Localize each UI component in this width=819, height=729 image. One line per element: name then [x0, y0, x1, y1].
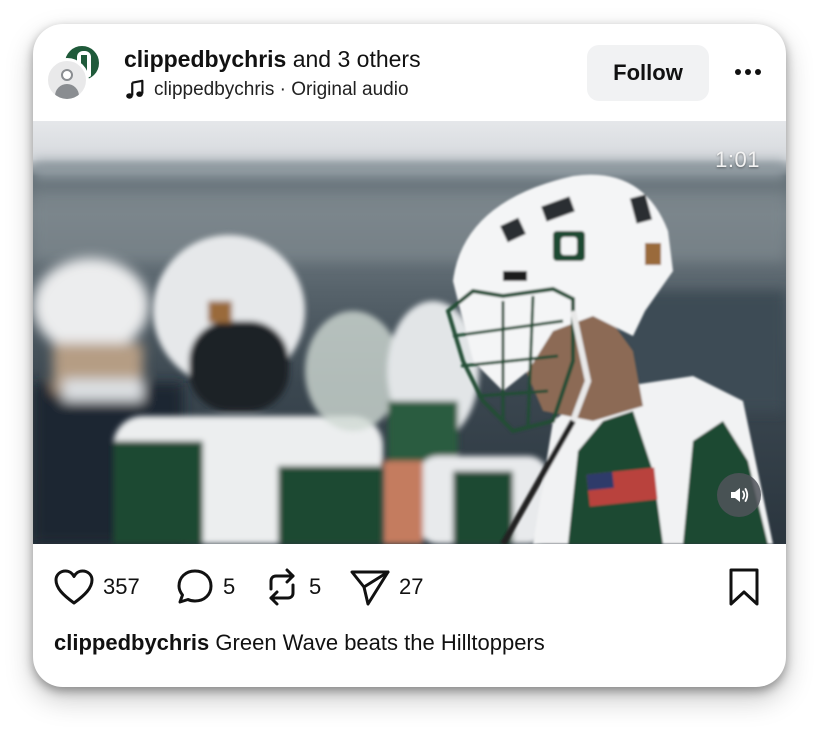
default-user-avatar	[45, 58, 89, 102]
avatar-stack[interactable]	[45, 44, 105, 104]
author-username[interactable]: clippedbychris	[124, 46, 286, 72]
mute-toggle-button[interactable]	[717, 473, 761, 517]
bookmark-icon[interactable]	[727, 567, 761, 607]
post-caption: clippedbychris Green Wave beats the Hill…	[54, 630, 545, 656]
post-actions: 357 5 5 27	[33, 564, 786, 610]
video-timestamp: 1:01	[715, 147, 760, 172]
comment-bubble-icon	[177, 569, 213, 604]
send-icon	[350, 570, 390, 606]
post-header: clippedbychris and 3 others clippedbychr…	[33, 24, 786, 121]
caption-text: Green Wave beats the Hilltoppers	[215, 630, 545, 655]
speaker-icon	[731, 488, 749, 502]
repost-action[interactable]: 5	[263, 564, 321, 610]
more-options-icon[interactable]	[733, 62, 763, 82]
coauthors-text[interactable]: and 3 others	[293, 46, 421, 72]
share-action[interactable]: 27	[349, 564, 423, 610]
post-video[interactable]: 1:01	[33, 121, 786, 544]
heart-icon	[54, 569, 94, 605]
video-frame	[33, 161, 786, 544]
repost-count: 5	[309, 574, 322, 599]
post-authors[interactable]: clippedbychris and 3 others	[124, 46, 421, 73]
share-count: 27	[399, 574, 424, 599]
comment-count: 5	[223, 574, 236, 599]
repost-icon	[269, 568, 295, 606]
post-card: clippedbychris and 3 others clippedbychr…	[33, 24, 786, 687]
follow-button[interactable]: Follow	[587, 45, 709, 101]
like-count: 357	[103, 574, 140, 599]
music-note-icon	[126, 79, 144, 99]
audio-text: clippedbychris · Original audio	[154, 79, 409, 100]
comment-action[interactable]: 5	[175, 564, 235, 610]
audio-attribution[interactable]: clippedbychris · Original audio	[124, 79, 409, 101]
caption-username[interactable]: clippedbychris	[54, 630, 209, 655]
like-action[interactable]: 357	[53, 564, 140, 610]
